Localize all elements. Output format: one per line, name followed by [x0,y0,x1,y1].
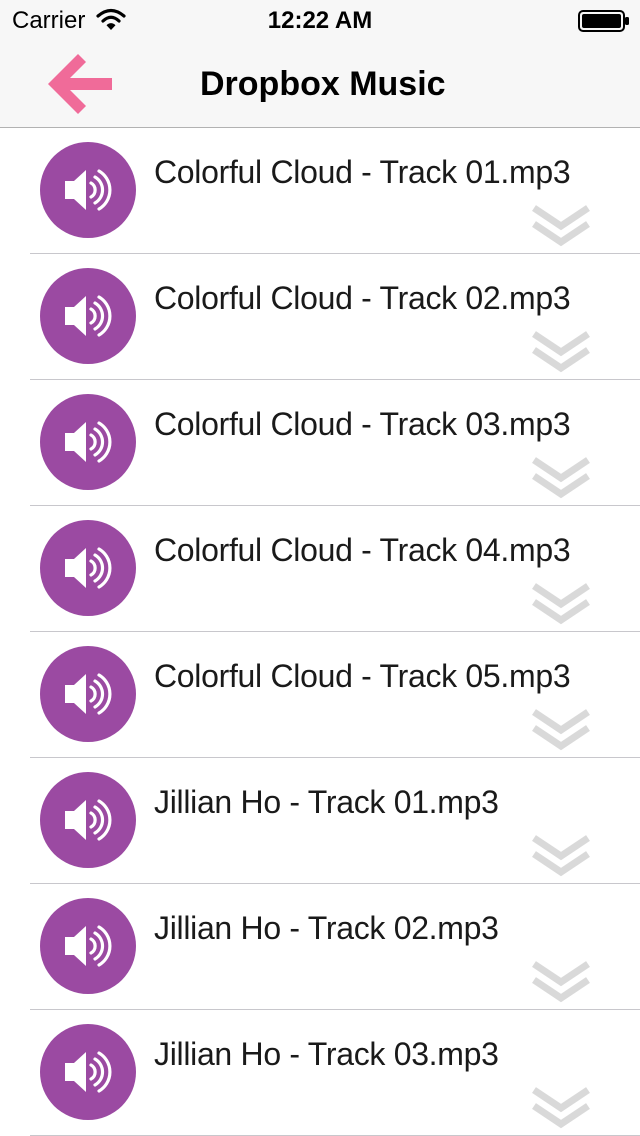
track-row[interactable]: Colorful Cloud - Track 02.mp3 [0,254,640,380]
download-chevron-icon[interactable] [530,202,592,248]
download-chevron-icon[interactable] [530,580,592,626]
track-name: Jillian Ho - Track 03.mp3 [154,1036,499,1072]
status-time: 12:22 AM [267,7,373,34]
app-screen: Carrier 12:22 AM Dropbox Music Colorful … [0,0,640,1136]
track-name: Colorful Cloud - Track 04.mp3 [154,532,571,568]
download-chevron-icon[interactable] [530,454,592,500]
speaker-icon [40,646,136,742]
track-row[interactable]: Colorful Cloud - Track 03.mp3 [0,380,640,506]
download-chevron-icon[interactable] [530,1084,592,1130]
track-row[interactable]: Jillian Ho - Track 01.mp3 [0,758,640,884]
track-name: Colorful Cloud - Track 05.mp3 [154,658,571,694]
download-chevron-icon[interactable] [530,958,592,1004]
track-name: Jillian Ho - Track 01.mp3 [154,784,499,820]
track-name: Colorful Cloud - Track 03.mp3 [154,406,571,442]
speaker-icon [40,520,136,616]
speaker-icon [40,1024,136,1120]
status-bar: Carrier 12:22 AM [0,0,640,40]
speaker-icon [40,268,136,364]
download-chevron-icon[interactable] [530,706,592,752]
track-row[interactable]: Jillian Ho - Track 03.mp3 [0,1010,640,1136]
top-bar: Carrier 12:22 AM Dropbox Music [0,0,640,128]
speaker-icon [40,772,136,868]
track-row[interactable]: Colorful Cloud - Track 05.mp3 [0,632,640,758]
track-row[interactable]: Colorful Cloud - Track 01.mp3 [0,128,640,254]
track-name: Jillian Ho - Track 02.mp3 [154,910,499,946]
track-name: Colorful Cloud - Track 02.mp3 [154,280,571,316]
back-button[interactable] [44,50,116,116]
speaker-icon [40,142,136,238]
speaker-icon [40,898,136,994]
track-row[interactable]: Jillian Ho - Track 02.mp3 [0,884,640,1010]
speaker-icon [40,394,136,490]
track-name: Colorful Cloud - Track 01.mp3 [154,154,571,190]
download-chevron-icon[interactable] [530,832,592,878]
page-title: Dropbox Music [200,65,446,103]
back-arrow-icon [48,54,112,114]
track-row[interactable]: Colorful Cloud - Track 04.mp3 [0,506,640,632]
battery-icon [578,10,629,32]
download-chevron-icon[interactable] [530,328,592,374]
track-list: Colorful Cloud - Track 01.mp3 Colorful C… [0,128,640,1136]
